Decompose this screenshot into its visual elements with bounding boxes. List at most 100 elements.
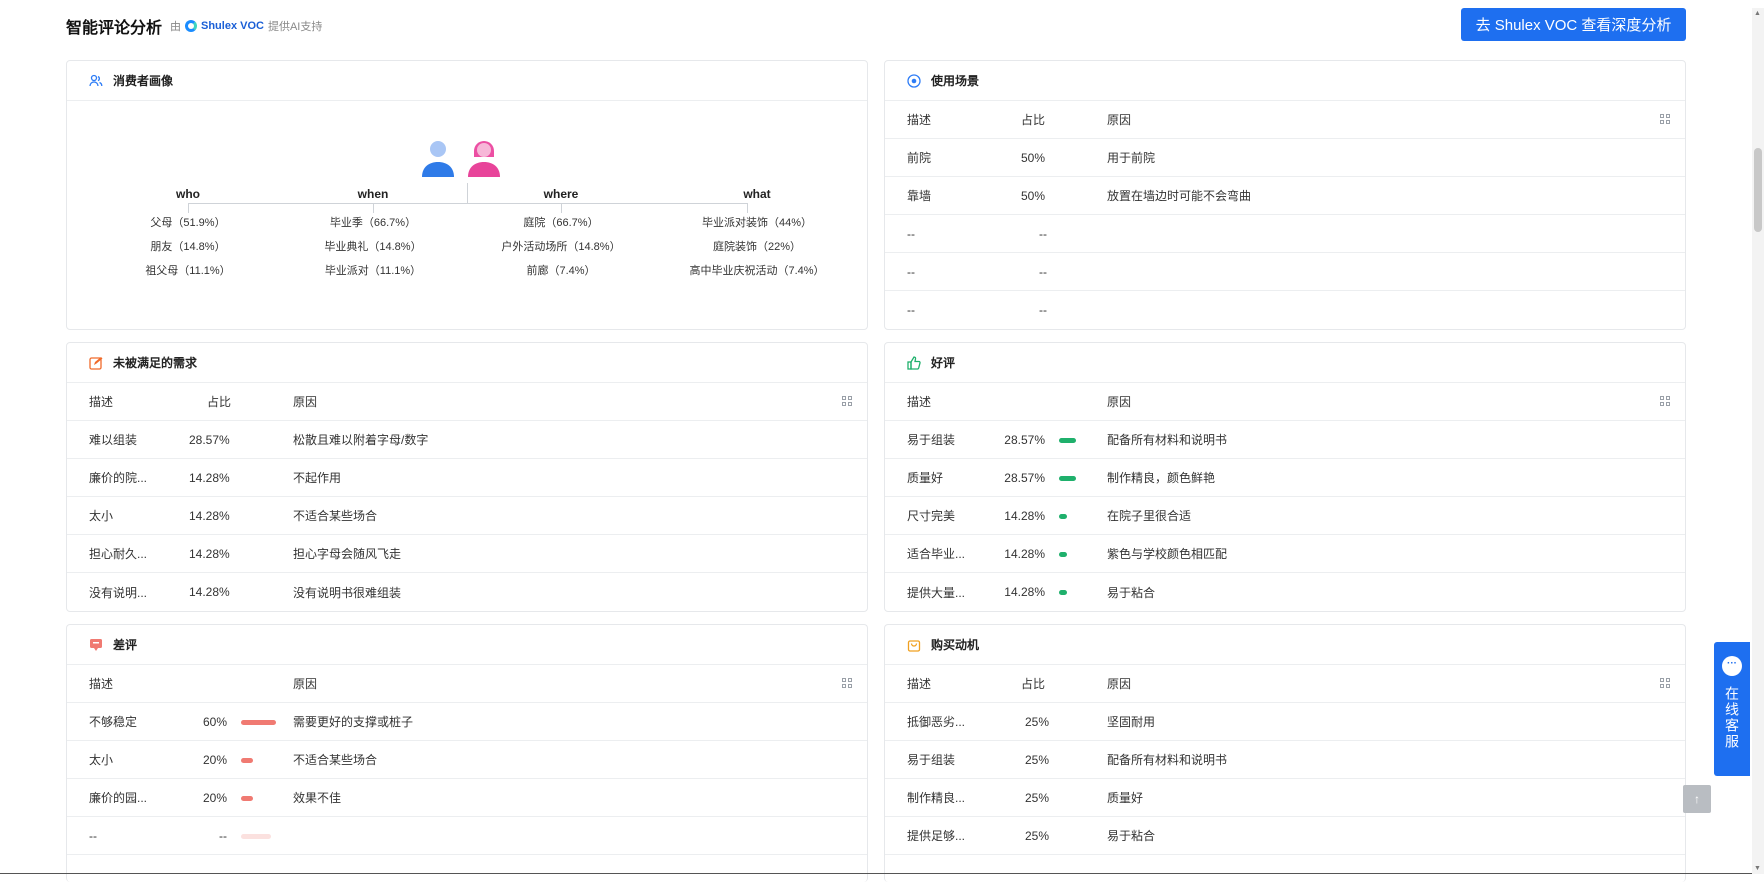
table-row: 易于组装 25% 配备所有材料和说明书 [885, 741, 1685, 779]
table-row: 提供足够... 25% 易于粘合 [885, 817, 1685, 855]
thumbs-up-icon [907, 355, 921, 370]
header-reason: 原因 [293, 395, 318, 409]
persona-column-what: what 毕业派对装饰（44%） 庭院装饰（22%） 高中毕业庆祝活动（7.4%… [667, 187, 847, 283]
column-label: who [176, 187, 200, 201]
row-reason: 效果不佳 [293, 791, 342, 805]
edit-icon [89, 356, 103, 370]
positive-reviews-card: 好评 描述 原因 易于组装 28.57% 配备所有材料和说明书 质量好 28.57% 制… [884, 342, 1686, 612]
female-avatar-icon [468, 141, 500, 177]
row-pct: 14.28% [189, 546, 230, 561]
negative-title: 差评 [113, 638, 138, 652]
column-label: when [357, 187, 389, 201]
row-pct: 28.57% [1004, 432, 1045, 447]
table-row: -- -- [885, 291, 1685, 329]
row-reason: 用于前院 [1107, 151, 1156, 165]
table-row: 靠墙 50% 放置在墙边时可能不会弯曲 [885, 177, 1685, 215]
row-desc: 易于组装 [907, 753, 956, 767]
row-pct: 50% [1021, 150, 1046, 165]
header-pct: 占比 [1021, 113, 1046, 127]
persona-item: 毕业派对（11.1%） [324, 265, 422, 277]
persona-column-where: where 庭院（66.7%） 户外活动场所（14.8%） 前廊（7.4%） [481, 187, 641, 283]
scroll-up-icon[interactable]: ▲ [1754, 10, 1761, 17]
header-reason: 原因 [293, 677, 318, 691]
row-pct: 28.57% [189, 432, 230, 447]
motivation-title: 购买动机 [931, 638, 980, 652]
deep-analysis-button[interactable]: 去 Shulex VOC 查看深度分析 [1461, 8, 1686, 41]
grid-icon[interactable] [842, 396, 853, 407]
table-row: 前院 50% 用于前院 [885, 139, 1685, 177]
page-scrollbar[interactable]: ▲ ▼ [1752, 8, 1764, 874]
header-desc: 描述 [907, 113, 932, 127]
positive-bar [1059, 514, 1067, 519]
row-pct: 25% [1025, 790, 1050, 805]
persona-card: 消费者画像 who 父母（51.9%） 朋友（14.8%） 祖父母（11.1%）… [66, 60, 868, 330]
row-pct: -- [1039, 226, 1047, 241]
table-row: 太小 20% 不适合某些场合 [67, 741, 867, 779]
row-desc: 太小 [89, 753, 114, 767]
row-pct: 20% [202, 790, 227, 805]
online-service-label: 在线客服 [1724, 686, 1740, 750]
grid-icon[interactable] [1660, 114, 1671, 125]
row-reason: 担心字母会随风飞走 [293, 547, 402, 561]
table-row: 没有说明... 14.28% 没有说明书很难组装 [67, 573, 867, 611]
header-reason: 原因 [1107, 395, 1132, 409]
row-desc: 廉价的院... [89, 471, 148, 485]
back-to-top-button[interactable]: ↑ [1683, 785, 1711, 813]
table-header-row: 描述 占比 原因 [67, 383, 867, 421]
purchase-motivation-card: 购买动机 描述 占比 原因 抵御恶劣... 25% 坚固耐用 易于组装 25% 配备所有… [884, 624, 1686, 882]
positive-bar [1059, 552, 1067, 557]
row-desc: 担心耐久... [89, 547, 148, 561]
row-pct: -- [219, 828, 227, 843]
grid-icon[interactable] [1660, 678, 1671, 689]
table-header-row: 描述 占比 原因 [885, 665, 1685, 703]
users-icon [89, 74, 103, 88]
persona-column-when: when 毕业季（66.7%） 毕业典礼（14.8%） 毕业派对（11.1%） [293, 187, 453, 283]
shulex-logo-icon [185, 20, 197, 32]
table-row: 提供大量... 14.28% 易于粘合 [885, 573, 1685, 611]
table-row: 抵御恶劣... 25% 坚固耐用 [885, 703, 1685, 741]
scroll-down-icon[interactable]: ▼ [1754, 865, 1761, 872]
persona-item: 毕业季（66.7%） [329, 217, 417, 229]
scrollbar-thumb[interactable] [1754, 148, 1762, 232]
row-pct: 14.28% [189, 585, 230, 599]
header-desc: 描述 [89, 677, 114, 691]
row-pct: 20% [202, 752, 227, 767]
persona-item: 庭院装饰（22%） [712, 241, 802, 253]
row-pct: 60% [202, 714, 227, 729]
row-desc: 适合毕业... [907, 547, 966, 561]
table-row: -- -- [885, 253, 1685, 291]
persona-header: 消费者画像 [67, 61, 867, 101]
row-desc: 没有说明... [89, 585, 148, 600]
row-pct: 14.28% [1004, 546, 1045, 561]
row-pct: -- [1039, 303, 1047, 317]
persona-item: 庭院（66.7%） [523, 217, 599, 229]
row-reason: 易于粘合 [1107, 585, 1156, 600]
grid-icon[interactable] [842, 678, 853, 689]
negative-bar [241, 720, 276, 725]
row-reason: 紫色与学校颜色相匹配 [1107, 547, 1228, 561]
negative-bar-empty [241, 834, 271, 839]
table-row: 难以组装 28.57% 松散且难以附着字母/数字 [67, 421, 867, 459]
scenario-title: 使用场景 [931, 74, 980, 88]
row-reason: 松散且难以附着字母/数字 [293, 433, 429, 447]
online-service-button[interactable]: ··· 在线客服 [1714, 642, 1750, 776]
unmet-needs-card: 未被满足的需求 描述 占比 原因 难以组装 28.57% 松散且难以附着字母/数字 … [66, 342, 868, 612]
header-pct: 占比 [1021, 677, 1046, 691]
row-desc: 尺寸完美 [907, 509, 956, 523]
grid-icon[interactable] [1660, 396, 1671, 407]
male-avatar-icon [422, 141, 454, 177]
row-desc: 质量好 [907, 471, 944, 485]
brand-name: Shulex VOC [201, 20, 264, 32]
row-desc: 提供足够... [907, 829, 966, 843]
bottom-divider [0, 873, 1752, 874]
header-pct: 占比 [207, 395, 232, 409]
negative-bar [241, 758, 253, 763]
header-reason: 原因 [1107, 113, 1132, 127]
row-desc: 太小 [89, 509, 114, 523]
row-reason: 配备所有材料和说明书 [1107, 753, 1228, 767]
negative-header: 差评 [67, 625, 867, 665]
table-row: 尺寸完美 14.28% 在院子里很合适 [885, 497, 1685, 535]
row-pct: 25% [1025, 714, 1050, 729]
row-desc: 廉价的园... [89, 791, 148, 805]
row-pct: 25% [1025, 828, 1050, 843]
